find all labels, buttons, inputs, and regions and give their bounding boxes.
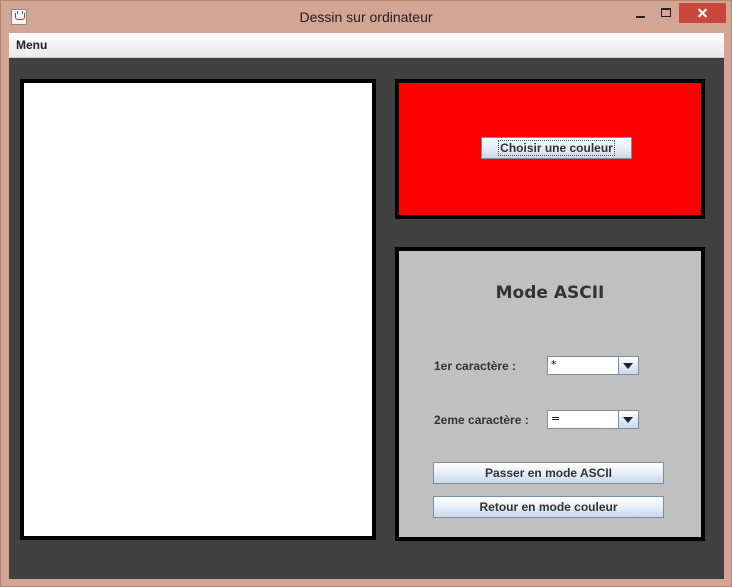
choose-color-label: Choisir une couleur bbox=[498, 140, 615, 156]
color-preview-panel: Choisir une couleur bbox=[395, 79, 705, 219]
close-button[interactable] bbox=[679, 3, 726, 23]
color-mode-button[interactable]: Retour en mode couleur bbox=[433, 496, 664, 518]
ascii-mode-panel: Mode ASCII 1er caractère : * 2eme caract… bbox=[395, 247, 705, 541]
second-char-combobox[interactable]: = bbox=[547, 410, 639, 429]
window-title: Dessin sur ordinateur bbox=[299, 9, 433, 25]
title-bar[interactable]: Dessin sur ordinateur bbox=[1, 1, 731, 33]
first-char-value: * bbox=[551, 358, 557, 371]
choose-color-button[interactable]: Choisir une couleur bbox=[481, 137, 632, 159]
first-char-label: 1er caractère : bbox=[434, 359, 517, 373]
maximize-button[interactable] bbox=[657, 3, 675, 23]
second-char-label: 2eme caractère : bbox=[434, 413, 529, 427]
menu-item-menu[interactable]: Menu bbox=[16, 38, 47, 52]
ascii-panel-title: Mode ASCII bbox=[495, 283, 605, 303]
minimize-button[interactable] bbox=[631, 3, 649, 23]
menu-bar: Menu bbox=[9, 33, 724, 58]
ascii-mode-button[interactable]: Passer en mode ASCII bbox=[433, 462, 664, 484]
chevron-down-icon[interactable] bbox=[618, 411, 638, 428]
content-pane: Choisir une couleur Mode ASCII 1er carac… bbox=[9, 58, 724, 579]
drawing-canvas[interactable] bbox=[20, 79, 376, 540]
second-char-value: = bbox=[551, 412, 561, 425]
first-char-combobox[interactable]: * bbox=[547, 356, 639, 375]
app-window: Dessin sur ordinateur Menu Choisir une c… bbox=[0, 0, 732, 587]
chevron-down-icon[interactable] bbox=[618, 357, 638, 374]
